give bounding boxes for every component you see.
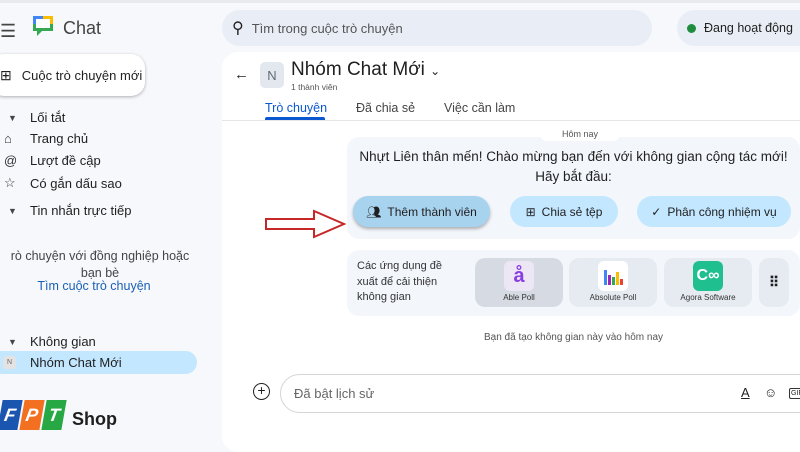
app-title: Chat — [63, 18, 102, 38]
shortcuts-section[interactable]: ▼ Lối tắt — [8, 110, 65, 125]
space-title[interactable]: Nhóm Chat Mới ⌄ — [291, 59, 440, 81]
back-arrow-icon[interactable]: ← — [234, 66, 249, 83]
search-placeholder: Tìm trong cuộc trò chuyện — [251, 20, 403, 36]
sidebar-item-space[interactable]: N Nhóm Chat Mới — [0, 351, 197, 374]
people-icon: 👥︎ — [366, 204, 382, 219]
find-chat-link[interactable]: Tìm cuộc trò chuyện — [0, 279, 188, 293]
tab-shared[interactable]: Đã chia sẻ — [356, 101, 415, 115]
status-label: Đang hoạt động — [704, 21, 793, 35]
message-placeholder: Đã bật lịch sử — [294, 386, 375, 401]
chat-logo-icon — [33, 16, 53, 36]
dm-empty-text: rò chuyện với đồng nghiệp hoặc bạn bè — [10, 249, 190, 280]
member-count[interactable]: 1 thành viên — [291, 82, 337, 92]
search-icon: ⚲ — [232, 20, 244, 37]
caret-down-icon: ▼ — [8, 112, 17, 123]
sidebar-item-starred[interactable]: ☆ Có gắn dấu sao — [4, 175, 122, 191]
date-label: Hôm nay — [540, 127, 620, 141]
spaces-section[interactable]: ▼ Không gian — [8, 334, 96, 349]
top-border — [0, 0, 800, 3]
divider — [222, 120, 800, 121]
apps-label: Các ứng dụng đề xuất để cải thiện không … — [357, 260, 443, 303]
share-file-button[interactable]: ⊞ Chia sẻ tệp — [510, 196, 618, 227]
app-agora-software[interactable]: C∞ Agora Software — [664, 258, 752, 307]
section-label: Không gian — [30, 334, 96, 349]
file-add-icon: ⊞ — [525, 204, 536, 219]
able-poll-icon: å — [504, 261, 534, 291]
caret-down-icon: ▼ — [8, 205, 17, 216]
section-label: Tin nhắn trực tiếp — [30, 203, 132, 218]
new-chat-label: Cuộc trò chuyện mới — [21, 67, 143, 83]
add-member-button[interactable]: 👥︎ Thêm thành viên — [353, 196, 490, 227]
app-able-poll[interactable]: å Able Poll — [475, 258, 563, 307]
space-avatar: N — [3, 356, 16, 369]
space-avatar: N — [260, 62, 284, 88]
message-input[interactable]: Đã bật lịch sử — [280, 374, 800, 413]
at-icon: @ — [4, 153, 18, 168]
item-label: Nhóm Chat Mới — [30, 355, 122, 370]
item-label: Lượt đề cập — [30, 153, 101, 168]
search-input[interactable]: ⚲ Tìm trong cuộc trò chuyện — [222, 10, 652, 46]
status-dot-icon — [687, 23, 696, 33]
dm-section[interactable]: ▼ Tin nhắn trực tiếp — [8, 203, 131, 218]
agora-icon: C∞ — [693, 261, 723, 291]
task-add-icon: ✓ — [651, 204, 662, 219]
item-label: Trang chủ — [30, 131, 89, 146]
chevron-down-icon: ⌄ — [430, 64, 441, 78]
caret-down-icon: ▼ — [8, 336, 17, 347]
sidebar-item-home[interactable]: ⌂ Trang chủ — [4, 131, 88, 146]
star-icon: ☆ — [4, 175, 16, 190]
menu-icon[interactable]: ☰ — [0, 21, 16, 42]
absolute-poll-icon — [598, 261, 628, 291]
home-icon: ⌂ — [4, 131, 12, 146]
app-absolute-poll[interactable]: Absolute Poll — [569, 258, 657, 307]
new-chat-button[interactable]: ⊞ Cuộc trò chuyện mới — [0, 54, 145, 96]
format-text-icon[interactable]: A — [741, 385, 750, 400]
add-plus-icon[interactable]: + — [253, 383, 270, 400]
tab-tasks[interactable]: Việc cần làm — [444, 101, 515, 115]
gif-icon[interactable]: GIF — [789, 388, 800, 399]
welcome-text: Nhựt Liên thân mến! Chào mừng bạn đến vớ… — [359, 149, 788, 184]
assign-task-button[interactable]: ✓ Phân công nhiệm vụ — [637, 196, 791, 227]
status-dropdown[interactable]: Đang hoạt động⌄ — [677, 10, 800, 46]
sidebar-item-mentions[interactable]: @ Lượt đề cập — [4, 153, 101, 168]
created-text: Bạn đã tạo không gian này vào hôm nay — [483, 332, 664, 343]
item-label: Có gắn dấu sao — [30, 175, 122, 191]
red-arrow-annotation-icon — [265, 209, 347, 239]
new-chat-icon: ⊞ — [0, 66, 12, 83]
fptshop-watermark: FPT Shop — [0, 400, 117, 430]
emoji-icon[interactable]: ☺ — [764, 385, 777, 400]
more-apps-grid-icon[interactable]: ⠿ — [759, 258, 789, 307]
section-label: Lối tắt — [30, 110, 66, 125]
tab-chat[interactable]: Trò chuyện — [265, 101, 327, 115]
